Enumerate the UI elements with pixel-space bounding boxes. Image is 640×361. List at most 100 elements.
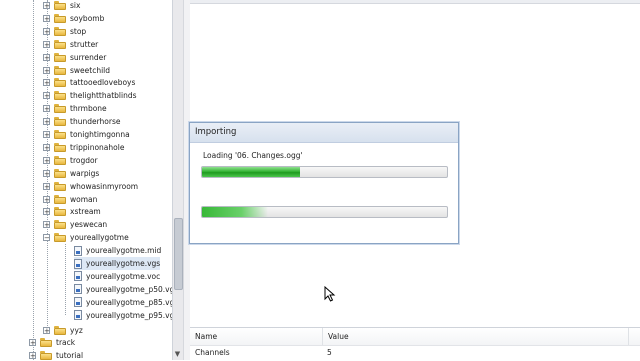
tree-folder-item[interactable]: + track [29, 336, 75, 349]
tree-folder-item[interactable]: + surrender [43, 51, 106, 64]
expand-icon[interactable]: + [43, 2, 50, 10]
folder-icon [54, 78, 66, 88]
expand-icon[interactable]: + [43, 169, 50, 177]
tree-folder-item[interactable]: + stop [43, 25, 86, 38]
expand-icon[interactable]: + [43, 66, 50, 74]
folder-icon [54, 1, 66, 10]
property-row[interactable]: Channels 5 [190, 346, 640, 360]
folder-icon [54, 13, 66, 23]
expand-icon[interactable]: + [43, 27, 50, 35]
tree-item-label: track [56, 338, 76, 348]
importing-dialog: Importing Loading '06. Changes.ogg' [189, 122, 459, 244]
tree-item-label: thunderhorse [70, 117, 121, 127]
expand-icon[interactable]: + [29, 339, 36, 347]
tree-item-label: strutter [70, 39, 99, 49]
tree-file-item[interactable]: youreallygotme_p85.vgs [74, 296, 172, 309]
tree-file-item[interactable]: youreallygotme_p95.vgs [74, 309, 172, 322]
expand-icon[interactable]: + [43, 326, 50, 334]
tree-folder-item[interactable]: + sweetchild [43, 64, 110, 77]
tree-file-item[interactable]: youreallygotme.vgs [74, 257, 161, 270]
tree-item-label: youreallygotme_p50.vgs [86, 284, 172, 294]
collapse-icon[interactable]: − [43, 234, 50, 242]
progress-bar-total [201, 206, 448, 218]
folder-icon [54, 117, 66, 127]
tree-item-label: tonightimgonna [70, 130, 130, 139]
dialog-status-text: Loading '06. Changes.ogg' [203, 151, 303, 160]
tree-folder-item[interactable]: + yyz [43, 324, 83, 337]
tree-file-item[interactable]: youreallygotme_p50.vgs [74, 283, 172, 296]
tree-item-label: youreallygotme.mid [86, 246, 162, 256]
tree-folder-item[interactable]: + thelightthatblinds [43, 89, 137, 102]
file-tree[interactable]: + six + soybomb + stop + strutter + surrender + swe… [0, 0, 172, 360]
folder-icon [54, 130, 66, 139]
file-icon [74, 310, 82, 321]
progress-fill-file [202, 167, 300, 177]
tree-folder-item[interactable]: + tonightimgonna [43, 128, 130, 141]
tree-folder-item[interactable]: + strutter [43, 38, 98, 51]
tree-item-label: yyz [70, 325, 83, 335]
tree-folder-item[interactable]: − youreallygotme [43, 231, 129, 244]
file-icon [74, 258, 82, 269]
expand-icon[interactable]: + [43, 208, 50, 216]
tree-folder-item[interactable]: + woman [43, 193, 97, 206]
tree-folder-item[interactable]: + soybomb [43, 12, 104, 25]
folder-icon [54, 142, 66, 152]
expand-icon[interactable]: + [43, 105, 50, 113]
progress-bar-file [201, 166, 448, 178]
tree-folder-item[interactable]: + tattooedloveboys [43, 76, 135, 89]
file-icon [74, 297, 82, 308]
column-header-value[interactable]: Value [323, 328, 629, 345]
tree-folder-item[interactable]: + thunderhorse [43, 115, 120, 128]
scroll-thumb[interactable] [174, 218, 183, 290]
tree-item-label: trogdor [70, 155, 98, 165]
progress-fill-total [202, 207, 269, 217]
tree-folder-item[interactable]: + xstream [43, 205, 101, 218]
expand-icon[interactable]: + [43, 131, 50, 139]
tree-item-label: youreallygotme.vgs [86, 259, 161, 268]
tree-folder-item[interactable]: + trogdor [43, 154, 98, 167]
tree-item-label: trippinonahole [70, 142, 125, 152]
tree-item-label: warpigs [70, 168, 100, 178]
expand-icon[interactable]: + [43, 221, 50, 229]
property-value: 5 [327, 348, 332, 357]
tree-file-item[interactable]: youreallygotme.voc [74, 270, 160, 283]
tree-folder-item[interactable]: + tutorial [29, 349, 83, 360]
tree-item-label: yeswecan [70, 220, 108, 230]
expand-icon[interactable]: + [43, 53, 50, 61]
property-name: Channels [195, 348, 230, 357]
expand-icon[interactable]: + [43, 14, 50, 22]
tree-item-label: surrender [70, 52, 107, 62]
tree-folder-item[interactable]: + trippinonahole [43, 141, 124, 154]
expand-icon[interactable]: + [43, 195, 50, 203]
tree-item-label: thrmbone [70, 104, 107, 114]
tree-folder-item[interactable]: + six [43, 0, 80, 12]
folder-icon [54, 65, 66, 75]
tree-item-label: youreallygotme.voc [86, 271, 161, 281]
tree-folder-item[interactable]: + thrmbone [43, 102, 107, 115]
tree-file-item[interactable]: youreallygotme.mid [74, 244, 161, 257]
tree-item-label: tutorial [56, 351, 84, 360]
expand-icon[interactable]: + [43, 143, 50, 151]
expand-icon[interactable]: + [29, 352, 36, 360]
tree-scrollbar[interactable]: ▼ [172, 0, 183, 360]
folder-icon [54, 52, 66, 62]
folder-icon [54, 104, 66, 114]
tree-item-label: six [70, 1, 81, 10]
expand-icon[interactable]: + [43, 79, 50, 87]
expand-icon[interactable]: + [43, 118, 50, 126]
tree-folder-item[interactable]: + yeswecan [43, 218, 107, 231]
folder-icon [54, 168, 66, 178]
tree-item-label: xstream [70, 207, 101, 217]
tree-folder-item[interactable]: + whowasinmyroom [43, 180, 138, 193]
tree-folder-item[interactable]: + warpigs [43, 167, 99, 180]
expand-icon[interactable]: + [43, 156, 50, 164]
expand-icon[interactable]: + [43, 40, 50, 48]
tree-item-label: youreallygotme [70, 233, 129, 243]
column-header-name[interactable]: Name [190, 328, 323, 345]
folder-icon [54, 325, 66, 335]
folder-icon [54, 194, 66, 204]
expand-icon[interactable]: + [43, 182, 50, 190]
expand-icon[interactable]: + [43, 92, 50, 100]
folder-icon [54, 207, 66, 217]
scroll-down-arrow-icon[interactable]: ▼ [174, 350, 181, 358]
